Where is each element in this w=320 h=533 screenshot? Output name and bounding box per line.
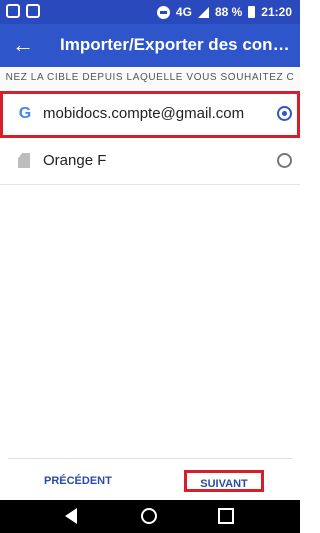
battery-percent: 88 % [214, 5, 243, 19]
account-item-google[interactable]: G mobidocs.compte@gmail.com [0, 91, 300, 138]
clock: 21:20 [261, 5, 292, 19]
next-button[interactable]: SUIVANT [184, 470, 264, 492]
nav-home-icon[interactable] [141, 508, 157, 524]
navigation-bar [0, 500, 300, 533]
account-list: G mobidocs.compte@gmail.com Orange F [0, 91, 300, 185]
do-not-disturb-icon [156, 5, 170, 19]
nav-recent-icon[interactable] [218, 508, 234, 524]
radio-button[interactable] [277, 106, 292, 121]
account-label: mobidocs.compte@gmail.com [43, 105, 245, 122]
photo-icon [26, 4, 40, 18]
signal-icon [197, 6, 209, 18]
nav-back-icon[interactable] [65, 508, 77, 524]
status-bar: 4G 88 % 21:20 [0, 0, 300, 24]
app-bar: ← Importer/Exporter des cont… [0, 24, 300, 67]
previous-button[interactable]: PRÉCÉDENT [44, 470, 112, 492]
account-item-orange[interactable]: Orange F [0, 138, 300, 185]
account-label: Orange F [43, 152, 107, 169]
notification-icon [6, 4, 20, 18]
google-icon: G [18, 105, 32, 122]
instruction-text: NEZ LA CIBLE DEPUIS LAQUELLE VOUS SOUHAI… [0, 67, 300, 89]
sim-card-icon [18, 153, 30, 168]
network-label: 4G [175, 5, 192, 19]
battery-icon [248, 6, 256, 18]
divider [8, 458, 292, 459]
back-arrow-icon[interactable]: ← [12, 34, 36, 58]
radio-button[interactable] [277, 153, 292, 168]
page-title: Importer/Exporter des cont… [60, 35, 292, 54]
